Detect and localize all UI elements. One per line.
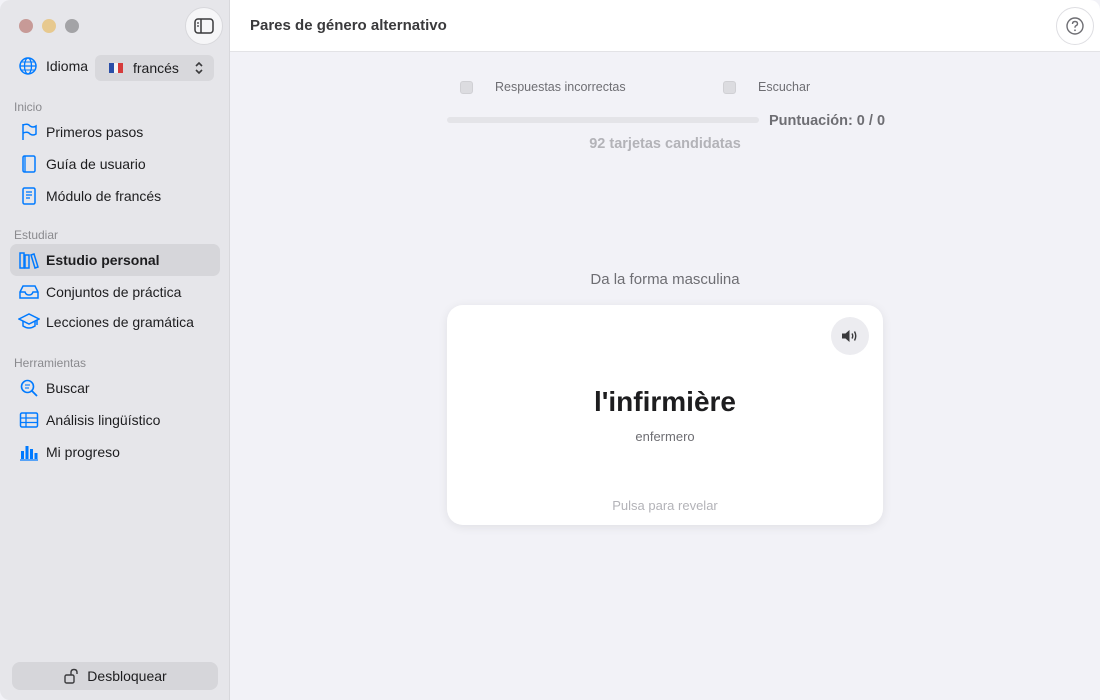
unlock-icon — [64, 668, 78, 684]
card-word: l'infirmière — [593, 386, 737, 417]
flashcard[interactable]: l'infirmière enfermero Pulsa para revela… — [447, 305, 883, 525]
france-flag-icon — [109, 63, 124, 73]
listen-checkbox[interactable] — [723, 80, 736, 94]
incorrect-answers-checkbox[interactable] — [460, 80, 473, 94]
card-prompt: Da la forma masculina — [590, 271, 740, 288]
toolbar: Pares de género alternativo — [230, 0, 1100, 52]
flag-icon — [18, 121, 40, 143]
table-icon — [18, 409, 40, 431]
language-select-value: francés — [133, 60, 179, 76]
page-title: Pares de género alternativo — [250, 17, 447, 34]
card-translation: enfermero — [635, 429, 695, 444]
section-title-inicio: Inicio — [14, 100, 43, 114]
language-label: Idioma — [46, 58, 89, 74]
option-label: Escuchar — [758, 80, 811, 94]
graduation-cap-icon — [18, 311, 40, 333]
sidebar-item-label: Mi progreso — [46, 444, 120, 460]
sidebar-item-primeros-pasos[interactable]: Primeros pasos — [10, 116, 220, 148]
sidebar-toggle-icon — [194, 18, 214, 34]
language-row: Idioma francés — [18, 55, 214, 81]
candidates-count: 92 tarjetas candidatas — [589, 136, 741, 152]
chevron-up-down-icon — [195, 61, 203, 75]
sidebar-item-label: Guía de usuario — [46, 156, 146, 172]
sidebar-item-label: Estudio personal — [46, 252, 160, 268]
sidebar-item-conjuntos-practica[interactable]: Conjuntos de práctica — [10, 276, 220, 308]
book-icon — [18, 153, 40, 175]
sidebar-item-label: Análisis lingüístico — [46, 412, 161, 428]
sidebar-item-mi-progreso[interactable]: Mi progreso — [10, 436, 220, 468]
zoom-window-button[interactable] — [65, 19, 79, 33]
sidebar-item-modulo-frances[interactable]: Módulo de francés — [10, 180, 220, 212]
sidebar-item-estudio-personal[interactable]: Estudio personal — [10, 244, 220, 276]
sidebar-item-analisis-linguistico[interactable]: Análisis lingüístico — [10, 404, 220, 436]
sidebar-item-label: Conjuntos de práctica — [46, 284, 182, 300]
bar-chart-icon — [18, 441, 40, 463]
option-label: Respuestas incorrectas — [495, 80, 626, 94]
language-select[interactable]: francés — [95, 55, 214, 81]
tray-icon — [18, 281, 40, 303]
option-listen[interactable]: Escuchar — [723, 80, 810, 94]
module-book-icon — [18, 185, 40, 207]
minimize-window-button[interactable] — [42, 19, 56, 33]
section-title-estudiar: Estudiar — [14, 228, 59, 242]
sidebar-item-label: Lecciones de gramática — [46, 314, 194, 330]
app-window: Idioma francés Inicio Primeros pasos Guí… — [0, 0, 1100, 700]
play-audio-button[interactable] — [831, 317, 869, 355]
unlock-button[interactable]: Desbloquear — [12, 662, 218, 690]
library-icon — [18, 249, 40, 271]
globe-icon — [19, 57, 37, 75]
speaker-icon — [842, 330, 857, 342]
sidebar-item-label: Módulo de francés — [46, 188, 162, 204]
score-label: Puntuación: 0 / 0 — [769, 113, 886, 129]
help-button[interactable] — [1056, 7, 1094, 45]
sidebar-item-lecciones-gramatica[interactable]: Lecciones de gramática — [10, 306, 220, 338]
help-icon — [1066, 17, 1084, 35]
sidebar-item-label: Primeros pasos — [46, 124, 144, 140]
search-icon — [18, 377, 40, 399]
sidebar-item-label: Buscar — [46, 380, 90, 396]
unlock-label: Desbloquear — [87, 668, 167, 684]
section-title-herramientas: Herramientas — [14, 356, 87, 370]
sidebar: Idioma francés Inicio Primeros pasos Guí… — [0, 0, 230, 700]
sidebar-item-guia-usuario[interactable]: Guía de usuario — [10, 148, 220, 180]
progress-bar — [447, 117, 759, 123]
sidebar-toggle-button[interactable] — [185, 7, 223, 45]
window-controls — [19, 19, 79, 33]
sidebar-item-buscar[interactable]: Buscar — [10, 372, 220, 404]
reveal-hint: Pulsa para revelar — [612, 498, 718, 513]
close-window-button[interactable] — [19, 19, 33, 33]
option-incorrect-answers[interactable]: Respuestas incorrectas — [460, 80, 626, 94]
